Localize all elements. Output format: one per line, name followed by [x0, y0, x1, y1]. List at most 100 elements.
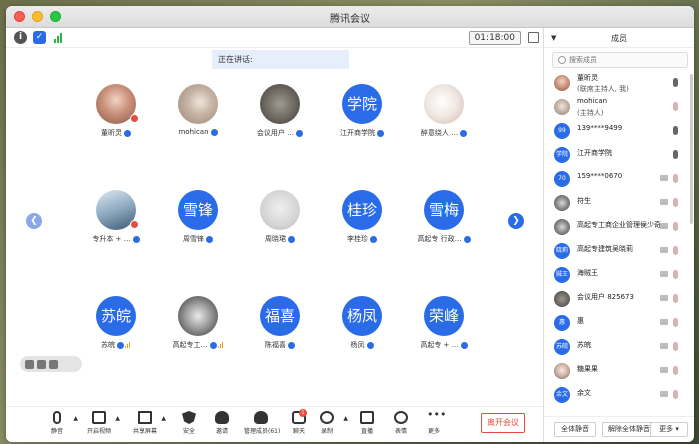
member-row[interactable]: 70 159****0670 — [544, 168, 694, 192]
member-mic-icon[interactable] — [673, 78, 678, 87]
live-button[interactable]: 直播 — [350, 411, 384, 435]
participant-name-text: 杨凤 — [350, 341, 365, 349]
manage-members-button[interactable]: 管理成员(61) — [244, 411, 280, 435]
member-row[interactable]: 苏皖 苏皖 — [544, 336, 694, 360]
participant-name: 会议用户 … — [240, 128, 320, 138]
participant-name: 董昕灵 — [76, 128, 156, 138]
member-mic-icon[interactable] — [673, 102, 678, 111]
participant-tile[interactable]: 雪锋 周雪锋 — [158, 190, 238, 262]
participant-tile[interactable]: mohican — [158, 84, 238, 156]
member-name: 高起专建筑吴晓莉 — [577, 245, 633, 253]
next-page-button[interactable]: ❯ — [508, 213, 524, 229]
video-button[interactable]: 开启视频 ▲ — [82, 411, 120, 435]
invite-user-icon — [215, 411, 229, 424]
participant-avatar: 桂珍 — [342, 190, 382, 230]
video-options-caret[interactable]: ▲ — [115, 415, 120, 422]
member-mic-icon[interactable] — [673, 294, 678, 303]
mute-button[interactable]: 静音 ▲ — [40, 411, 78, 435]
share-screen-button[interactable]: 共享屏幕 ▲ — [128, 411, 166, 435]
search-icon — [558, 56, 566, 64]
member-row[interactable]: 贼王 海贼王 — [544, 264, 694, 288]
participant-tile[interactable]: 杨凤 杨凤 — [322, 296, 402, 368]
unmute-all-button[interactable]: 解除全体静音 — [602, 422, 656, 437]
participant-tile[interactable]: 苏皖 苏皖 — [76, 296, 156, 368]
grid-view-icon[interactable] — [25, 359, 34, 369]
participant-name-text: mohican — [178, 128, 209, 136]
member-search-box[interactable] — [552, 52, 688, 68]
record-options-caret[interactable]: ▲ — [343, 415, 348, 422]
member-mic-icon[interactable] — [673, 198, 678, 207]
speaking-indicator: 正在讲话: — [212, 50, 349, 69]
chat-unread-badge: 1 — [299, 409, 307, 417]
participant-tile[interactable]: 福喜 陈福喜 — [240, 296, 320, 368]
signal-icon[interactable] — [52, 31, 65, 44]
member-row[interactable]: 余文 余文 — [544, 384, 694, 408]
mic-status-icon — [377, 129, 384, 137]
member-search-input[interactable] — [569, 54, 679, 66]
member-mic-icon[interactable] — [673, 222, 678, 231]
camera-status-icon — [660, 223, 668, 229]
participant-avatar: 荣峰 — [424, 296, 464, 336]
panel-more-button[interactable]: 更多 ▾ — [650, 422, 688, 437]
member-row[interactable]: 学院 江开商学院 — [544, 144, 694, 168]
participant-tile[interactable]: 高起专工… — [158, 296, 238, 368]
record-button[interactable]: 录制 ▲ — [310, 411, 348, 435]
camera-status-icon — [660, 175, 668, 181]
participant-avatar: 杨凤 — [342, 296, 382, 336]
member-name: 159****0670 — [577, 172, 623, 180]
member-mic-icon[interactable] — [673, 366, 678, 375]
member-mic-icon[interactable] — [673, 342, 678, 351]
security-button[interactable]: 安全 — [172, 411, 206, 435]
participant-avatar: 学院 — [342, 84, 382, 124]
member-row[interactable]: 99 139****9499 — [544, 120, 694, 144]
member-row[interactable]: 惠惠 — [544, 312, 694, 336]
emoji-button[interactable]: 表情 — [384, 411, 418, 435]
prev-page-button[interactable]: ❮ — [26, 213, 42, 229]
member-row[interactable]: 会议用户 825673 — [544, 288, 694, 312]
view-toggle[interactable] — [20, 356, 82, 372]
member-mic-icon[interactable] — [673, 246, 678, 255]
fullscreen-icon[interactable] — [528, 32, 539, 43]
mute-all-button[interactable]: 全体静音 — [554, 422, 596, 437]
camera-status-icon — [660, 391, 668, 397]
member-row[interactable]: mohican (主持人) — [544, 96, 694, 120]
shield-icon[interactable]: ✓ — [33, 31, 46, 44]
invite-button[interactable]: 邀请 — [205, 411, 239, 435]
mute-options-caret[interactable]: ▲ — [73, 415, 78, 422]
participant-tile[interactable]: 醉意绕人 … — [404, 84, 484, 156]
more-dots-icon: ••• — [427, 408, 447, 421]
member-row[interactable]: 符生 — [544, 192, 694, 216]
member-mic-icon[interactable] — [673, 390, 678, 399]
member-mic-icon[interactable] — [673, 270, 678, 279]
member-mic-icon[interactable] — [673, 174, 678, 183]
participant-tile[interactable]: 周晓珺 — [240, 190, 320, 262]
speaker-view-icon[interactable] — [37, 359, 46, 369]
participant-tile[interactable]: 董昕灵 — [76, 84, 156, 156]
more-button[interactable]: ••• 更多 — [417, 408, 451, 435]
participant-tile[interactable]: 荣峰 高起专 + … — [404, 296, 484, 368]
member-mic-icon[interactable] — [673, 126, 678, 135]
participant-tile[interactable]: 专升本 + … — [76, 190, 156, 262]
member-row[interactable]: 晓莉 高起专建筑吴晓莉 — [544, 240, 694, 264]
member-row[interactable]: 董昕灵 (联席主持人, 我) — [544, 72, 694, 96]
participant-tile[interactable]: 桂珍 李桂珍 — [322, 190, 402, 262]
info-icon[interactable]: i — [14, 31, 27, 44]
participant-avatar: 福喜 — [260, 296, 300, 336]
member-row[interactable]: 高起专工商企业管理侯少奇 — [544, 216, 694, 240]
leave-meeting-button[interactable]: 离开会议 — [481, 413, 525, 433]
list-view-icon[interactable] — [49, 359, 58, 369]
camera-status-icon — [660, 271, 668, 277]
participant-grid: 董昕灵 mohican 会议用户 … 学院 江开商学院 醉意绕人 … 专升本 + … 雪锋 周雪… — [76, 84, 476, 374]
member-list-scrollbar[interactable] — [690, 74, 693, 224]
member-mic-icon[interactable] — [673, 150, 678, 159]
audio-level-icon — [217, 342, 224, 348]
member-row[interactable]: 糖果果 — [544, 360, 694, 384]
participant-name: 苏皖 — [76, 340, 156, 350]
share-options-caret[interactable]: ▲ — [161, 415, 166, 422]
participant-tile[interactable]: 会议用户 … — [240, 84, 320, 156]
member-avatar: 70 — [554, 171, 570, 187]
participant-tile[interactable]: 学院 江开商学院 — [322, 84, 402, 156]
participant-name: 专升本 + … — [76, 234, 156, 244]
participant-tile[interactable]: 雪梅 高起专 行政… — [404, 190, 484, 262]
member-mic-icon[interactable] — [673, 318, 678, 327]
